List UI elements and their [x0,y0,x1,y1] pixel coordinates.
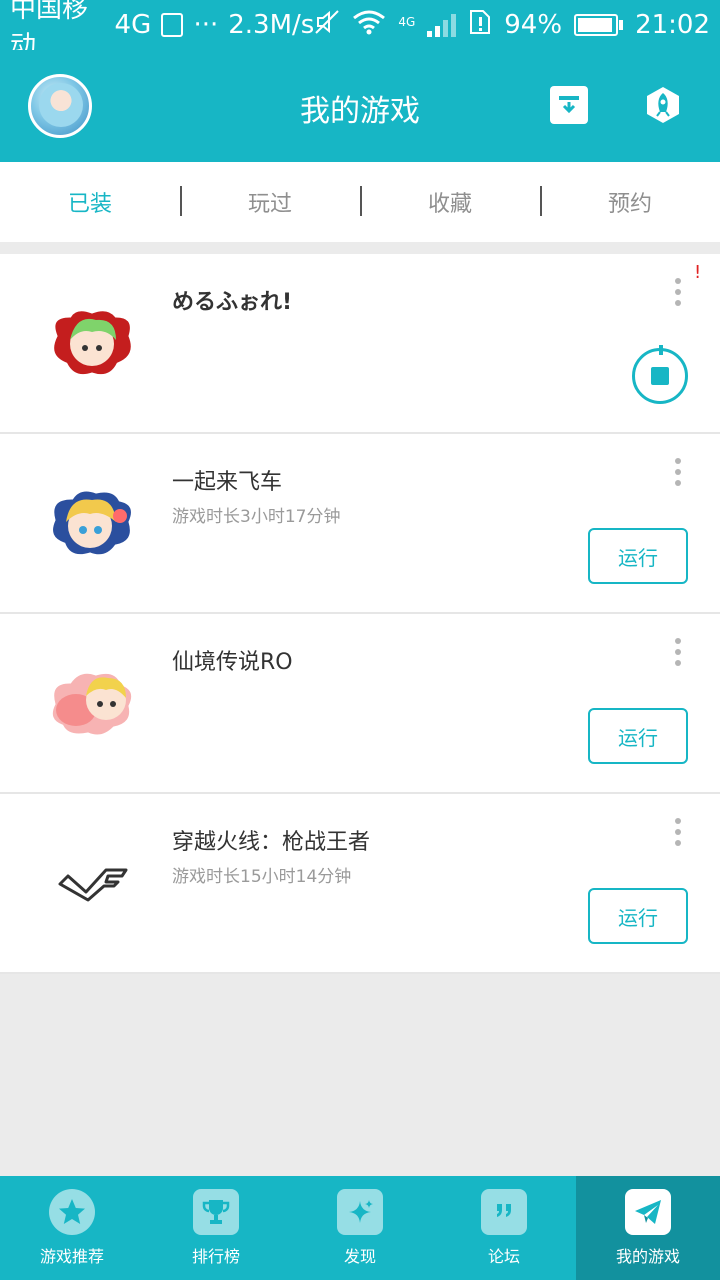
speedup-button[interactable] [644,86,682,124]
network-type-small: 4G [398,14,416,29]
game-item[interactable]: めるふぉれ! ! [0,254,720,434]
game-list: めるふぉれ! ! 一起来飞车 游戏时长3小时17分钟 运行 仙境传说RO 运行 … [0,254,720,974]
tab-played[interactable]: 玩过 [180,162,360,242]
tab-installed[interactable]: 已装 [0,162,180,242]
sim-alert-icon [468,9,492,42]
nav-label: 游戏推荐 [39,1247,104,1266]
game-name: 一起来飞车 [172,470,283,495]
wifi-icon [352,9,386,42]
run-button[interactable]: 运行 [588,708,688,764]
tab-reserved[interactable]: 预约 [540,162,720,242]
game-icon [46,306,138,382]
battery-icon [574,14,624,36]
more-options-button[interactable] [670,458,686,486]
progress-tick [659,345,663,355]
paper-plane-icon [625,1189,671,1235]
run-button[interactable]: 运行 [588,888,688,944]
nav-label: 论坛 [487,1247,520,1266]
more-options-button[interactable] [670,278,686,306]
run-button[interactable]: 运行 [588,528,688,584]
game-name: 仙境传说RO [172,650,293,675]
star-icon [49,1189,95,1235]
signal-icon [427,13,457,37]
nav-rankings[interactable]: 排行榜 [144,1176,288,1280]
bottom-nav: 游戏推荐 排行榜 发现 论坛 我的游戏 [0,1176,720,1280]
download-tray-icon [559,96,579,114]
nav-my-games[interactable]: 我的游戏 [576,1176,720,1280]
quote-bubble-icon [481,1189,527,1235]
tab-favorites[interactable]: 收藏 [360,162,540,242]
game-item[interactable]: 穿越火线：枪战王者 游戏时长15小时14分钟 运行 [0,794,720,974]
game-playtime: 游戏时长3小时17分钟 [172,507,341,527]
clock: 21:02 [635,10,710,40]
game-playtime: 游戏时长15小时14分钟 [172,867,352,887]
nav-game-recommend[interactable]: 游戏推荐 [0,1176,144,1280]
more-options-button[interactable] [670,638,686,666]
game-icon [46,666,138,742]
nav-label: 排行榜 [191,1247,240,1266]
rocket-icon [647,87,679,123]
game-item[interactable]: 一起来飞车 游戏时长3小时17分钟 运行 [0,434,720,614]
download-manager-button[interactable] [550,86,588,124]
stop-icon [651,367,669,385]
game-icon [46,846,138,922]
nav-label: 发现 [343,1247,376,1266]
status-right: 4G 94% 21:02 [314,9,710,42]
app-header: 我的游戏 [0,50,720,162]
game-icon [46,486,138,562]
update-alert-badge: ! [694,262,702,283]
mute-icon [314,9,340,42]
more-options-button[interactable] [670,818,686,846]
nav-label: 我的游戏 [615,1247,680,1266]
more-notifications-icon: ··· [193,10,219,40]
trophy-icon [193,1189,239,1235]
image-notification-icon [161,13,184,37]
battery-percent: 94% [504,10,563,40]
stop-download-button[interactable] [632,345,688,404]
status-bar: 中国移动 4G ··· 2.3M/s 4G 94% 21:02 [0,0,720,61]
nav-discover[interactable]: 发现 [288,1176,432,1280]
game-name: 穿越火线：枪战王者 [172,830,371,855]
tab-bar: 已装 玩过 收藏 预约 [0,162,720,242]
nav-forum[interactable]: 论坛 [432,1176,576,1280]
game-item[interactable]: 仙境传说RO 运行 [0,614,720,794]
game-name: めるふぉれ! [172,290,293,315]
page-title: 我的游戏 [300,94,420,129]
sparkle-icon [337,1189,383,1235]
network-type: 4G [114,10,152,40]
network-speed: 2.3M/s [228,10,315,40]
